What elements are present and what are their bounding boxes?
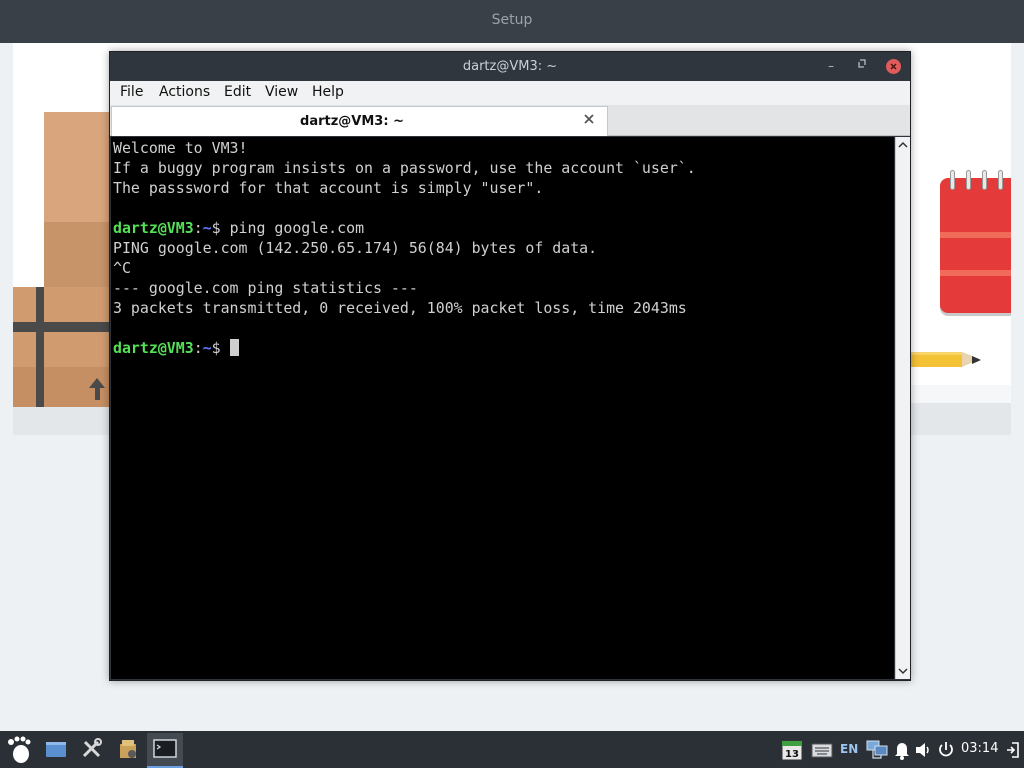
restore-icon [858,59,866,68]
app-menu-button[interactable] [4,735,34,765]
terminal-window: dartz@VM3: ~ – File Actions Edit View He… [109,51,911,681]
close-icon [584,114,594,124]
box-tape-horizontal [13,322,110,332]
notebook-ring [982,170,987,190]
network-tray-icon[interactable] [864,738,890,762]
terminal-line: 3 packets transmitted, 0 received, 100% … [113,298,892,318]
calendar-day: 13 [785,749,799,760]
notebook-ring [998,170,1003,190]
gnome-foot-icon [8,736,31,763]
notebook-ring [966,170,971,190]
arrow-up-icon [898,141,908,148]
keyboard-tray-icon[interactable] [810,738,834,762]
prompt-user: dartz@VM3 [113,219,194,237]
cardboard-box-top-illustration [44,112,110,222]
terminal-line: Welcome to VM3! [113,138,892,158]
power-tray-icon[interactable] [937,740,955,760]
keyboard-layout-indicator[interactable]: EN [840,742,858,756]
terminal-line: The passsword for that account is simply… [113,178,892,198]
maximize-button[interactable] [854,58,870,74]
prompt-symbol: $ [211,339,230,357]
close-button[interactable] [886,59,901,74]
terminal-line: PING google.com (142.250.65.174) 56(84) … [113,238,892,258]
calendar-tray-icon[interactable]: 13 [780,738,804,762]
logout-tray-icon[interactable] [1004,740,1022,760]
terminal-tab-label: dartz@VM3: ~ [300,114,404,129]
prompt-separator: : [193,339,203,357]
terminal-line: dartz@VM3:~$ ping google.com [113,218,892,238]
setup-window-title: Setup [491,12,533,28]
terminal-output[interactable]: Welcome to VM3! If a buggy program insist… [111,137,894,679]
terminal-tabbar: dartz@VM3: ~ [110,105,910,136]
desktop-icon [46,742,66,757]
terminal-window-title: dartz@VM3: ~ [462,59,558,74]
notebook-illustration [940,178,1011,313]
pencil-illustration [910,352,962,367]
pencil-lead [972,356,981,364]
speaker-icon [916,743,929,757]
clock[interactable]: 03:14 [961,741,998,756]
scroll-down-button[interactable] [896,664,910,678]
notifications-tray-icon[interactable] [893,740,911,760]
terminal-line-text: 3 packets transmitted, 0 received, 100% … [113,299,687,317]
calendar-icon: 13 [781,740,803,761]
arrow-down-icon [898,668,908,675]
close-icon [890,63,897,70]
terminal-line: If a buggy program insists on a password… [113,158,892,178]
volume-tray-icon[interactable] [913,740,933,760]
prompt-path: ~ [202,339,212,357]
keyboard-icon [811,743,833,758]
logout-icon [1007,742,1019,758]
settings-launcher[interactable] [79,736,105,762]
terminal-titlebar[interactable]: dartz@VM3: ~ – [110,52,910,81]
menu-view[interactable]: View [265,84,298,100]
terminal-icon [153,739,177,758]
notebook-line [940,232,1011,238]
terminal-line-text: ping google.com [229,219,365,237]
text-cursor [229,339,239,356]
prompt-user: dartz@VM3 [113,339,194,357]
minimize-button[interactable]: – [823,58,839,74]
menu-actions[interactable]: Actions [159,84,210,100]
menu-help[interactable]: Help [312,84,344,100]
package-icon [120,740,136,758]
menu-file[interactable]: File [120,84,143,100]
prompt-symbol: $ [211,219,230,237]
box-arrow-stem [95,388,100,400]
installer-launcher[interactable] [115,736,141,762]
tools-icon [82,738,102,758]
show-desktop-button[interactable] [43,736,69,762]
tab-close-button[interactable] [580,112,598,130]
terminal-line-text: Welcome to VM3! [113,139,248,157]
bell-icon [895,743,909,760]
scroll-up-button[interactable] [896,138,910,152]
terminal-line: --- google.com ping statistics --- [113,278,892,298]
terminal-line: ^C [113,258,892,278]
notebook-line [940,270,1011,276]
taskbar-terminal-button[interactable] [147,733,183,768]
notebook-ring [950,170,955,190]
prompt-separator: : [193,219,203,237]
prompt-path: ~ [202,219,212,237]
terminal-line-text: PING google.com (142.250.65.174) 56(84) … [113,239,598,257]
terminal-menubar: File Actions Edit View Help [110,81,910,105]
power-icon [939,742,953,757]
menu-edit[interactable]: Edit [224,84,251,100]
terminal-line-text: The passsword for that account is simply… [113,179,544,197]
network-icon [866,740,888,759]
terminal-line-text: --- google.com ping statistics --- [113,279,418,297]
box-tape-vertical [36,287,44,407]
terminal-scrollbar[interactable] [895,137,910,679]
terminal-line: dartz@VM3:~$ [113,338,892,358]
terminal-line-text: ^C [113,259,131,277]
terminal-line-text: If a buggy program insists on a password… [113,159,696,177]
box-arrow-up-icon [89,378,105,388]
terminal-tab[interactable]: dartz@VM3: ~ [111,106,608,136]
